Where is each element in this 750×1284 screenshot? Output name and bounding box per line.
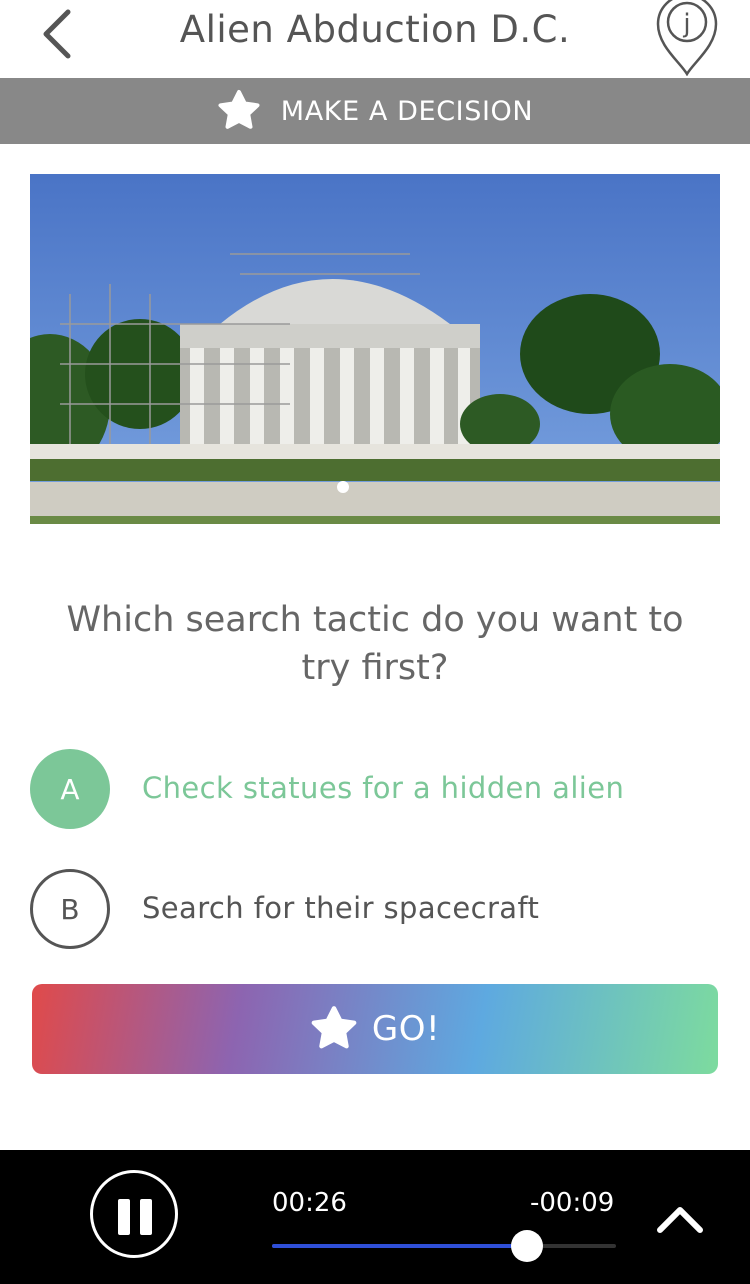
go-label: GO! bbox=[371, 1009, 441, 1049]
go-button[interactable]: GO! bbox=[32, 984, 718, 1074]
option-a[interactable]: A Check statues for a hidden alien bbox=[30, 749, 720, 829]
option-b[interactable]: B Search for their spacecraft bbox=[30, 869, 720, 949]
progress-fill bbox=[272, 1244, 527, 1248]
option-a-label: Check statues for a hidden alien bbox=[142, 771, 625, 805]
location-pin-icon: j bbox=[656, 0, 718, 77]
expand-button[interactable] bbox=[654, 1202, 706, 1236]
pause-button[interactable] bbox=[90, 1170, 178, 1258]
option-b-label: Search for their spacecraft bbox=[142, 891, 540, 925]
memorial-photo bbox=[30, 174, 720, 524]
page-title: Alien Abduction D.C. bbox=[179, 8, 571, 51]
progress-thumb[interactable] bbox=[510, 1230, 543, 1262]
option-a-badge: A bbox=[30, 749, 110, 829]
elapsed-time: 00:26 bbox=[272, 1188, 347, 1218]
decision-bar: MAKE A DECISION bbox=[0, 78, 750, 144]
progress-slider[interactable] bbox=[272, 1230, 616, 1262]
audio-player: 00:26 -00:09 bbox=[0, 1150, 750, 1284]
option-b-badge: B bbox=[30, 869, 110, 949]
star-icon bbox=[311, 1006, 357, 1049]
decision-label: MAKE A DECISION bbox=[280, 95, 534, 127]
chevron-up-icon bbox=[657, 1207, 703, 1233]
remaining-time: -00:09 bbox=[530, 1188, 615, 1218]
header: Alien Abduction D.C. j bbox=[0, 0, 750, 78]
carousel-dot-active[interactable] bbox=[337, 481, 349, 493]
star-icon bbox=[218, 90, 260, 129]
location-pin-button[interactable]: j bbox=[652, 0, 722, 77]
location-photo bbox=[30, 174, 720, 524]
decision-question: Which search tactic do you want to try f… bbox=[66, 600, 684, 688]
pin-letter: j bbox=[682, 9, 690, 39]
